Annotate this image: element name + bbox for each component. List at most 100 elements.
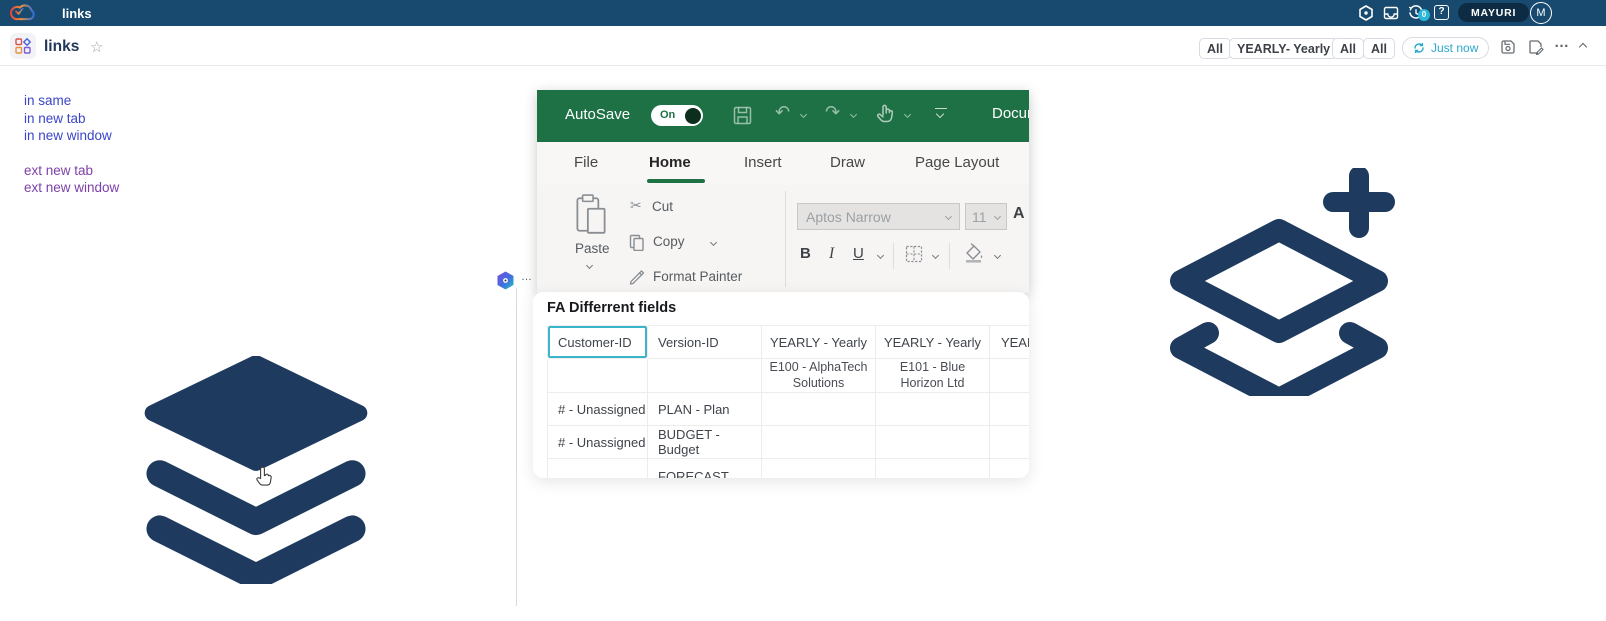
paste-icon[interactable] [574,193,608,237]
copy-button[interactable]: Copy [653,234,685,249]
widget-more-icon[interactable]: … [521,271,534,283]
help-icon[interactable]: ? [1434,5,1449,20]
user-pill[interactable]: MAYURI [1458,3,1529,22]
link-ext-new-window[interactable]: ext new window [24,179,119,197]
table-cell[interactable] [648,359,762,393]
touch-mode-chevron-icon[interactable] [904,111,911,118]
table-cell[interactable] [990,459,1029,478]
excel-ribbon: Paste ✂ Cut Copy Format Painter Aptos Na… [537,185,1029,293]
redo-icon[interactable]: ↷ [825,102,840,123]
borders-chevron-icon[interactable] [932,252,939,259]
app-grid-button[interactable] [10,33,36,59]
format-painter-button[interactable]: Format Painter [653,269,742,284]
paste-button[interactable]: Paste [575,241,610,256]
link-in-new-window[interactable]: in new window [24,127,119,145]
save-icon[interactable] [1500,39,1516,55]
export-edit-icon[interactable] [1528,39,1544,55]
widget-settings-icon[interactable] [497,271,514,290]
increase-font-button[interactable]: A [1013,205,1025,223]
undo-icon[interactable]: ↶ [775,102,790,123]
fields-card: FA Differrent fields Customer-ID Version… [533,292,1029,478]
add-layer-icon[interactable] [1163,168,1395,396]
excel-embed-window: AutoSave On ↶ ↷ Docum File Ho [537,90,1029,293]
column-header-yearly-3[interactable]: YEARLY - Yearly [990,325,1029,359]
borders-icon[interactable] [905,245,923,263]
table-cell[interactable] [990,393,1029,426]
table-cell[interactable]: FORECAST [648,459,762,478]
table-cell-entity-e101[interactable]: E101 - Blue Horizon Ltd [876,359,990,393]
filter-yearly[interactable]: YEARLY- Yearly [1229,38,1338,59]
redo-chevron-icon[interactable] [850,111,857,118]
card-title: FA Differrent fields [547,300,676,316]
format-painter-icon[interactable] [629,269,645,285]
column-header-yearly-1[interactable]: YEARLY - Yearly [762,325,876,359]
table-cell[interactable] [762,393,876,426]
font-name-dropdown[interactable]: Aptos Narrow [797,203,960,230]
table-cell[interactable] [876,393,990,426]
autosave-toggle-state: On [660,109,675,121]
link-ext-new-tab[interactable]: ext new tab [24,162,119,180]
cut-icon[interactable]: ✂ [630,197,642,214]
collapse-chevron-icon[interactable] [1579,43,1587,51]
ribbon-group-divider [785,191,786,287]
tab-draw[interactable]: Draw [830,154,865,171]
table-cell[interactable] [547,359,648,393]
font-name-chevron-icon [945,213,952,220]
table-cell[interactable]: PLAN - Plan [648,393,762,426]
table-cell[interactable] [876,426,990,459]
link-in-new-tab[interactable]: in new tab [24,110,119,128]
filter-all-2[interactable]: All [1332,38,1364,59]
undo-chevron-icon[interactable] [800,111,807,118]
filter-all-3[interactable]: All [1363,38,1395,59]
column-header-yearly-2[interactable]: YEARLY - Yearly [876,325,990,359]
autosave-toggle[interactable]: On [651,105,703,126]
fill-color-icon[interactable] [963,243,985,263]
paste-chevron-icon[interactable] [586,262,593,269]
link-in-same[interactable]: in same [24,92,119,110]
autosave-label: AutoSave [565,106,630,123]
app-window: links 0 ? MAYURI M links ☆ [0,0,1606,621]
customize-toolbar-icon[interactable] [935,108,947,117]
underline-chevron-icon[interactable] [877,252,884,259]
column-header-customer-id[interactable]: Customer-ID [547,325,648,359]
settings-icon[interactable] [1358,5,1374,21]
tab-home[interactable]: Home [649,154,691,171]
tab-insert[interactable]: Insert [744,154,782,171]
italic-button[interactable]: I [829,245,834,263]
active-tab-underline [647,179,705,183]
avatar[interactable]: M [1530,2,1552,24]
window-title: links [62,6,92,21]
copy-chevron-icon[interactable] [710,239,717,246]
sync-status-button[interactable]: Just now [1402,37,1489,59]
column-header-version-id[interactable]: Version-ID [648,325,762,359]
table-cell[interactable] [990,426,1029,459]
table-cell[interactable] [762,459,876,478]
excel-save-icon[interactable] [733,106,752,125]
inbox-icon[interactable] [1383,5,1399,21]
fill-color-chevron-icon[interactable] [994,252,1001,259]
tab-file[interactable]: File [574,154,598,171]
touch-mode-icon[interactable] [875,103,895,125]
cut-button[interactable]: Cut [652,199,673,214]
copy-icon[interactable] [629,234,645,251]
table-cell[interactable] [762,426,876,459]
font-size-dropdown[interactable]: 11 [965,203,1007,230]
table-cell[interactable] [876,459,990,478]
app-logo-icon[interactable] [8,3,36,23]
table-cell-entity-e100[interactable]: E100 - AlphaTech Solutions [762,359,876,393]
underline-button[interactable]: U [853,245,864,262]
links-list: in same in new tab in new window ext new… [24,92,119,197]
favorite-star-icon[interactable]: ☆ [90,38,103,56]
table-cell[interactable]: BUDGET - Budget [648,426,762,459]
more-menu-button[interactable]: … [1554,34,1570,51]
bold-button[interactable]: B [800,245,811,262]
table-cell[interactable]: # - Unassigned [547,426,648,459]
table-cell[interactable] [547,459,648,478]
tab-page-layout[interactable]: Page Layout [915,154,999,171]
fields-table: Customer-ID Version-ID YEARLY - Yearly Y… [547,325,1029,478]
mouse-cursor [256,466,274,488]
table-cell-entity-e102[interactable]: E102 [990,359,1029,393]
table-cell[interactable]: # - Unassigned [547,393,648,426]
history-badge: 0 [1418,9,1430,21]
filter-all-1[interactable]: All [1199,38,1231,59]
